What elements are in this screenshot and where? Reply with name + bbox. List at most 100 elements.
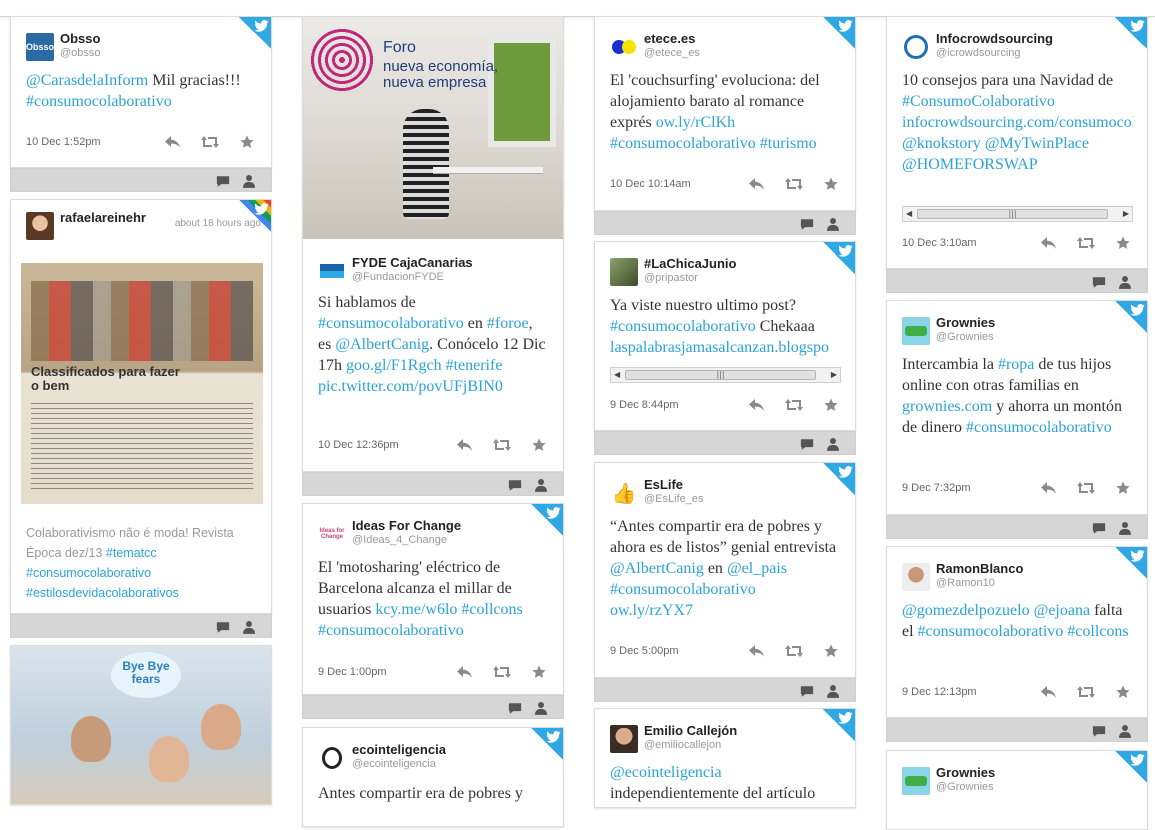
scroll-left-arrow[interactable]: ◀ xyxy=(906,209,912,218)
author-name[interactable]: RamonBlanco xyxy=(936,561,1023,576)
tweet-link[interactable]: @MyTwinPlace xyxy=(985,135,1089,152)
tweet-date[interactable]: 9 Dec 12:13pm xyxy=(902,686,977,698)
tweet-link[interactable]: #ConsumoColaborativo xyxy=(902,93,1055,110)
comment-icon[interactable] xyxy=(1091,723,1107,739)
twitter-bird-icon[interactable] xyxy=(823,709,855,741)
tweet-link[interactable]: infocrowdsourcing.com/consumocolabo... xyxy=(902,114,1133,131)
tweet-link[interactable]: #collcons xyxy=(461,601,522,618)
tweet-date[interactable]: 10 Dec 1:52pm xyxy=(26,136,101,148)
star-icon[interactable] xyxy=(529,662,549,682)
tweet-link[interactable]: goo.gl/F1Rgch xyxy=(346,357,442,374)
user-icon[interactable] xyxy=(241,619,257,635)
user-icon[interactable] xyxy=(533,700,549,716)
author-name[interactable]: EsLife xyxy=(644,477,683,492)
retweet-icon[interactable] xyxy=(784,641,804,661)
tweet-link[interactable]: @CarasdelaInform xyxy=(26,72,148,89)
reply-icon[interactable] xyxy=(455,435,475,455)
author-name[interactable]: Obsso xyxy=(60,31,100,46)
scroll-right-arrow[interactable]: ▶ xyxy=(1123,209,1129,218)
avatar[interactable]: 👍 xyxy=(610,479,638,507)
tweet-link[interactable]: #turismo xyxy=(760,135,817,152)
tweet-link[interactable]: pic.twitter.com/povUFjBIN0 xyxy=(318,378,503,395)
avatar[interactable]: Ideas for Change xyxy=(318,520,346,548)
event-photo[interactable]: Foro nueva economía, nueva empresa xyxy=(303,17,563,239)
user-icon[interactable] xyxy=(241,173,257,189)
star-icon[interactable] xyxy=(1113,682,1133,702)
retweet-icon[interactable] xyxy=(1076,682,1096,702)
star-icon[interactable] xyxy=(821,641,841,661)
timestamp[interactable]: about 18 hours ago xyxy=(175,218,261,229)
reply-icon[interactable] xyxy=(455,662,475,682)
reply-icon[interactable] xyxy=(1039,478,1059,498)
author-name[interactable]: ecointeligencia xyxy=(352,742,446,757)
tweet-link[interactable]: #consumocolaborativo xyxy=(318,622,464,639)
twitter-bird-icon[interactable] xyxy=(1115,301,1147,333)
avatar[interactable] xyxy=(318,744,346,772)
horizontal-scrollbar[interactable]: ◀ ▶ ||| xyxy=(902,206,1133,222)
avatar[interactable] xyxy=(610,725,638,753)
avatar[interactable] xyxy=(318,257,346,285)
author-name[interactable]: rafaelareinehr xyxy=(60,210,146,225)
twitter-bird-icon[interactable] xyxy=(1115,17,1147,49)
tweet-date[interactable]: 10 Dec 10:14am xyxy=(610,178,691,190)
author-name[interactable]: Grownies xyxy=(936,315,995,330)
user-icon[interactable] xyxy=(1117,520,1133,536)
avatar[interactable] xyxy=(610,33,638,61)
retweet-icon[interactable] xyxy=(1076,233,1096,253)
twitter-bird-icon[interactable] xyxy=(1115,547,1147,579)
tweet-link[interactable]: #consumocolaborativo xyxy=(318,315,464,332)
team-photo[interactable]: Bye Bye fears xyxy=(11,646,271,804)
avatar[interactable] xyxy=(26,212,54,240)
scroll-right-arrow[interactable]: ▶ xyxy=(831,370,837,379)
comment-icon[interactable] xyxy=(215,619,231,635)
reply-icon[interactable] xyxy=(747,174,767,194)
star-icon[interactable] xyxy=(1113,478,1133,498)
user-icon[interactable] xyxy=(1117,723,1133,739)
tweet-date[interactable]: 9 Dec 8:44pm xyxy=(610,399,678,411)
newspaper-photo[interactable]: Classificados para fazer o bem xyxy=(21,263,263,504)
tweet-link[interactable]: #consumocolaborativo xyxy=(26,566,151,580)
retweet-icon[interactable] xyxy=(492,435,512,455)
tweet-date[interactable]: 10 Dec 3:10am xyxy=(902,237,977,249)
tweet-link[interactable]: @ejoana xyxy=(1034,602,1090,619)
scroll-left-arrow[interactable]: ◀ xyxy=(614,370,620,379)
user-icon[interactable] xyxy=(1117,274,1133,290)
twitter-bird-icon[interactable] xyxy=(239,17,271,49)
comment-icon[interactable] xyxy=(507,477,523,493)
star-icon[interactable] xyxy=(529,435,549,455)
star-icon[interactable] xyxy=(237,132,257,152)
comment-icon[interactable] xyxy=(799,683,815,699)
user-icon[interactable] xyxy=(825,216,841,232)
tweet-link[interactable]: #foroe xyxy=(487,315,529,332)
scroll-thumb[interactable]: ||| xyxy=(917,209,1108,219)
tweet-link[interactable]: @el_pais xyxy=(727,560,787,577)
twitter-bird-icon[interactable] xyxy=(823,17,855,49)
tweet-link[interactable]: ow.ly/rzYX7 xyxy=(610,602,693,619)
tweet-link[interactable]: @ecointeligencia xyxy=(610,764,722,781)
retweet-icon[interactable] xyxy=(784,395,804,415)
user-icon[interactable] xyxy=(825,436,841,452)
user-icon[interactable] xyxy=(533,477,549,493)
tweet-link[interactable]: @AlbertCanig xyxy=(335,336,429,353)
tweet-link[interactable]: @AlbertCanig xyxy=(610,560,704,577)
tweet-link[interactable]: #tenerife xyxy=(446,357,503,374)
avatar[interactable] xyxy=(902,317,930,345)
retweet-icon[interactable] xyxy=(1076,478,1096,498)
twitter-bird-icon[interactable] xyxy=(531,504,563,536)
retweet-icon[interactable] xyxy=(492,662,512,682)
reply-icon[interactable] xyxy=(1039,682,1059,702)
tweet-link[interactable]: laspalabrasjamasalcanzan.blogspo xyxy=(610,339,829,356)
tweet-link[interactable]: #consumocolaborativo xyxy=(26,93,172,110)
tweet-link[interactable]: grownies.com xyxy=(902,398,992,415)
tweet-link[interactable]: #consumocolaborativo xyxy=(966,419,1112,436)
twitter-bird-icon[interactable] xyxy=(823,242,855,274)
comment-icon[interactable] xyxy=(799,436,815,452)
twitter-bird-icon[interactable] xyxy=(531,728,563,760)
author-name[interactable]: Emilio Callejón xyxy=(644,723,737,738)
comment-icon[interactable] xyxy=(1091,274,1107,290)
star-icon[interactable] xyxy=(821,174,841,194)
twitter-bird-icon[interactable] xyxy=(823,463,855,495)
tweet-link[interactable]: #ropa xyxy=(998,356,1034,373)
author-name[interactable]: Infocrowdsourcing xyxy=(936,31,1053,46)
comment-icon[interactable] xyxy=(1091,520,1107,536)
